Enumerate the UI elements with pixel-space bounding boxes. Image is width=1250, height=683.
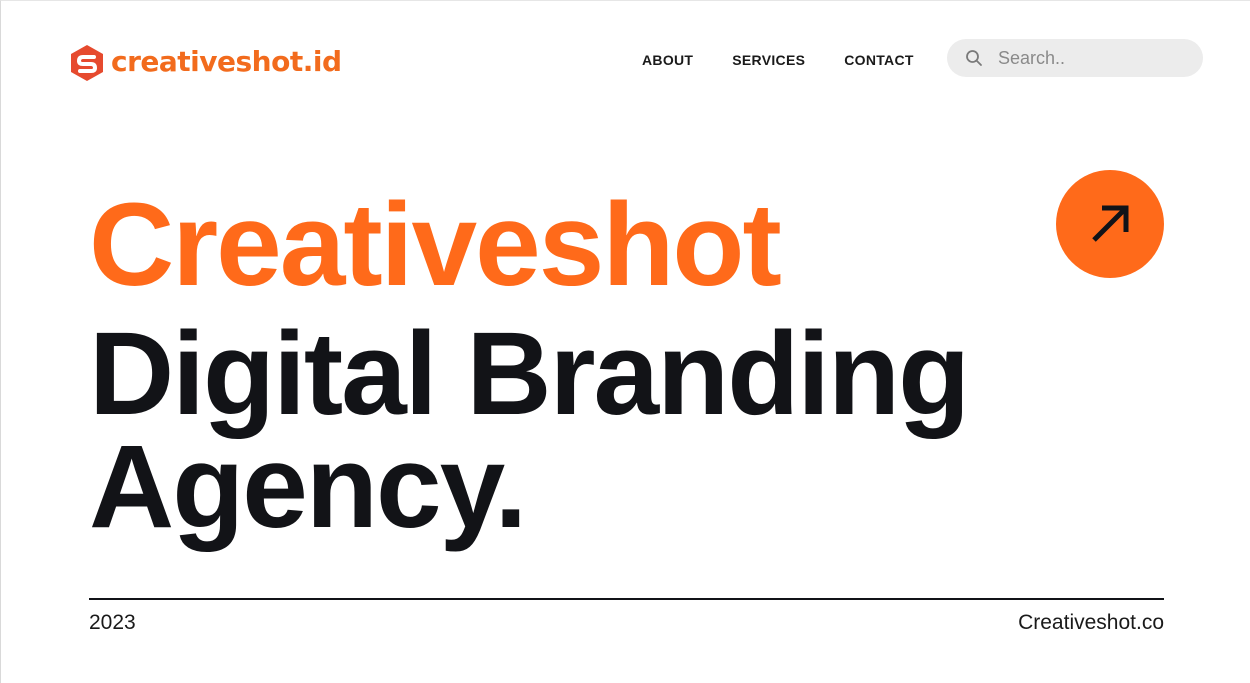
footer-site-link[interactable]: Creativeshot.co — [1018, 611, 1164, 635]
brand-logo[interactable]: creativeshot.id — [68, 42, 342, 84]
brand-name: creativeshot.id — [111, 45, 342, 78]
search-bar[interactable] — [947, 39, 1203, 77]
search-icon[interactable] — [965, 49, 983, 67]
nav-item-contact[interactable]: CONTACT — [844, 52, 914, 68]
arrow-up-right-icon — [1092, 205, 1129, 242]
nav-item-services[interactable]: SERVICES — [732, 52, 805, 68]
hero-title-line3: Agency. — [89, 421, 527, 553]
creativeshot-logo-icon — [71, 45, 103, 81]
nav-item-about[interactable]: ABOUT — [642, 52, 693, 68]
footer-divider — [89, 598, 1164, 600]
hero-title-brand: Creativeshot — [89, 179, 782, 311]
explore-button[interactable] — [1056, 170, 1164, 278]
main-nav: ABOUT SERVICES CONTACT — [642, 52, 914, 68]
search-input[interactable] — [998, 39, 1188, 77]
hero-title-line2: Digital Branding — [89, 308, 970, 440]
footer-year: 2023 — [89, 611, 136, 634]
